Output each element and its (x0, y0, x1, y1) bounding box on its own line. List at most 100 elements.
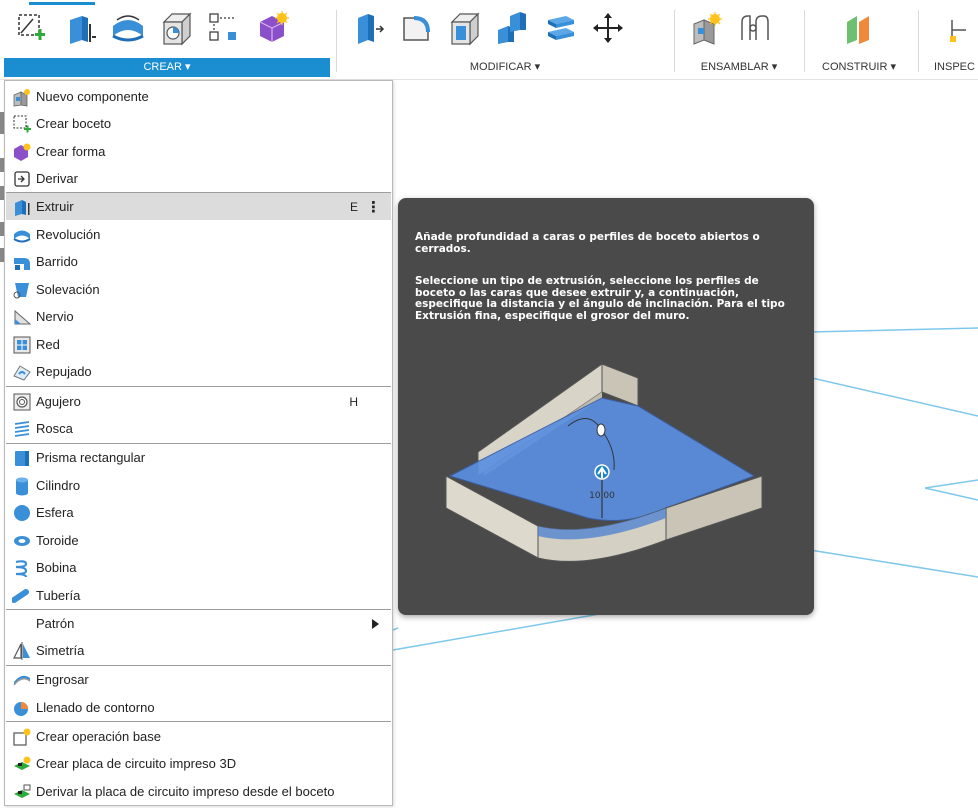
cylinder-icon (12, 476, 32, 496)
menu-item-llenado-contorno[interactable]: Llenado de contorno (6, 694, 391, 721)
thread-icon (12, 419, 32, 439)
boundary-fill-icon (12, 698, 32, 718)
menu-item-derivar[interactable]: Derivar (6, 165, 391, 192)
menu-item-engrosar[interactable]: Engrosar (6, 666, 391, 693)
pcb-3d-icon (12, 754, 32, 774)
extrude-tooltip: Añade profundidad a caras o perfiles de … (398, 198, 814, 615)
loft-icon (12, 280, 32, 300)
canvas-sketch-line (924, 487, 978, 501)
mirror-icon (12, 641, 32, 661)
menu-item-crear-forma[interactable]: Crear forma (6, 138, 391, 165)
joint-tool[interactable] (734, 8, 774, 48)
emboss-icon (12, 362, 32, 382)
sketch-icon (12, 114, 32, 134)
menu-item-derivar-placa[interactable]: Derivar la placa de circuito impreso des… (6, 778, 391, 805)
menu-item-solevacion[interactable]: Solevación (6, 276, 391, 303)
submenu-arrow-icon (372, 618, 379, 629)
menu-item-tuberia[interactable]: Tubería (6, 582, 391, 609)
revolve-tool[interactable] (108, 8, 148, 48)
extrude-icon (70, 16, 96, 44)
shell-tool[interactable] (444, 8, 484, 48)
crear-menu-button[interactable]: CREAR ▾ (4, 58, 330, 77)
menu-item-barrido[interactable]: Barrido (6, 248, 391, 275)
canvas-sketch-line (924, 479, 978, 489)
toolbar-separator (804, 10, 805, 72)
shell-icon (450, 12, 480, 46)
form-icon (12, 142, 32, 162)
crear-dropdown-menu: Nuevo componente Crear boceto Crear form… (4, 80, 393, 806)
tooltip-description: Añade profundidad a caras o perfiles de … (415, 231, 760, 255)
app-window: CREAR ▾ MODIFICAR ▾ ENSAMBLAR ▾ CONSTRUI… (0, 0, 978, 808)
split-body-icon (548, 16, 574, 40)
menu-separator (6, 386, 391, 387)
menu-item-crear-boceto[interactable]: Crear boceto (6, 110, 391, 137)
combine-tool[interactable] (492, 8, 532, 48)
more-options-icon[interactable]: ⋮ (366, 198, 381, 216)
ensamblar-menu-button[interactable]: ENSAMBLAR ▾ (676, 58, 802, 77)
toolbar-separator (918, 10, 919, 72)
new-component-icon (693, 12, 722, 45)
offset-plane-tool[interactable] (839, 8, 879, 48)
toolbar-separator (674, 10, 675, 72)
modificar-menu-button[interactable]: MODIFICAR ▾ (338, 58, 672, 77)
box-icon (162, 12, 192, 46)
new-component-icon (12, 87, 32, 107)
move-copy-tool[interactable] (588, 8, 628, 48)
menu-item-extruir[interactable]: Extruir E ⋮ (6, 193, 391, 220)
tooltip-instructions: Seleccione un tipo de extrusión, selecci… (415, 275, 785, 322)
menu-item-crear-placa-3d[interactable]: Crear placa de circuito impreso 3D (6, 750, 391, 777)
hole-icon (12, 392, 32, 412)
menu-item-nervio[interactable]: Nervio (6, 303, 391, 330)
menu-item-esfera[interactable]: Esfera (6, 499, 391, 526)
menu-item-toroide[interactable]: Toroide (6, 527, 391, 554)
derive-pcb-icon (12, 782, 32, 802)
fillet-icon (403, 16, 430, 41)
move-icon (593, 13, 623, 43)
menu-item-rosca[interactable]: Rosca (6, 415, 391, 442)
base-feature-icon (12, 727, 32, 747)
extrude-illustration: 10.00 (445, 363, 763, 562)
create-sketch-tool[interactable] (12, 8, 52, 48)
menu-item-nuevo-componente[interactable]: Nuevo componente (6, 83, 391, 110)
revolve-icon (112, 15, 144, 42)
menu-item-bobina[interactable]: Bobina (6, 554, 391, 581)
measure-tool[interactable] (938, 8, 968, 48)
shortcut-label: H (349, 394, 358, 409)
canvas-sketch-line (809, 327, 978, 333)
derive-icon (12, 169, 32, 189)
toolbar-separator (336, 10, 337, 72)
press-pull-tool[interactable] (348, 8, 388, 48)
torus-icon (12, 531, 32, 551)
canvas-sketch-line (392, 627, 399, 631)
offset-plane-icon (847, 16, 869, 44)
box-tool[interactable] (156, 8, 196, 48)
web-icon (12, 335, 32, 355)
press-pull-icon (358, 14, 385, 44)
menu-item-revolucion[interactable]: Revolución (6, 221, 391, 248)
menu-item-prisma-rectangular[interactable]: Prisma rectangular (6, 444, 391, 471)
construir-menu-button[interactable]: CONSTRUIR ▾ (806, 58, 912, 77)
menu-item-repujado[interactable]: Repujado (6, 358, 391, 385)
pattern-tool[interactable] (204, 8, 244, 48)
new-component-tool[interactable] (686, 8, 726, 48)
split-body-tool[interactable] (540, 8, 580, 48)
menu-item-crear-operacion-base[interactable]: Crear operación base (6, 723, 391, 750)
extrude-tool[interactable] (60, 8, 100, 48)
menu-item-patron[interactable]: Patrón (6, 610, 391, 637)
menu-item-red[interactable]: Red (6, 331, 391, 358)
menu-item-agujero[interactable]: Agujero H (6, 388, 391, 415)
box-icon (12, 448, 32, 468)
thicken-icon (12, 670, 32, 690)
menu-item-cilindro[interactable]: Cilindro (6, 472, 391, 499)
toolbar-group-modificar: MODIFICAR ▾ (338, 0, 672, 80)
canvas-sketch-line (809, 549, 978, 578)
menu-item-simetria[interactable]: Simetría (6, 637, 391, 664)
fillet-tool[interactable] (396, 8, 436, 48)
toolbar-group-crear: CREAR ▾ (4, 0, 330, 80)
rib-icon (12, 307, 32, 327)
inspeccionar-menu-button[interactable]: INSPEC (924, 58, 978, 77)
sphere-icon (12, 503, 32, 523)
toolbar-group-ensamblar: ENSAMBLAR ▾ (676, 0, 802, 80)
extrude-icon (12, 197, 32, 217)
create-form-tool[interactable] (252, 8, 292, 48)
